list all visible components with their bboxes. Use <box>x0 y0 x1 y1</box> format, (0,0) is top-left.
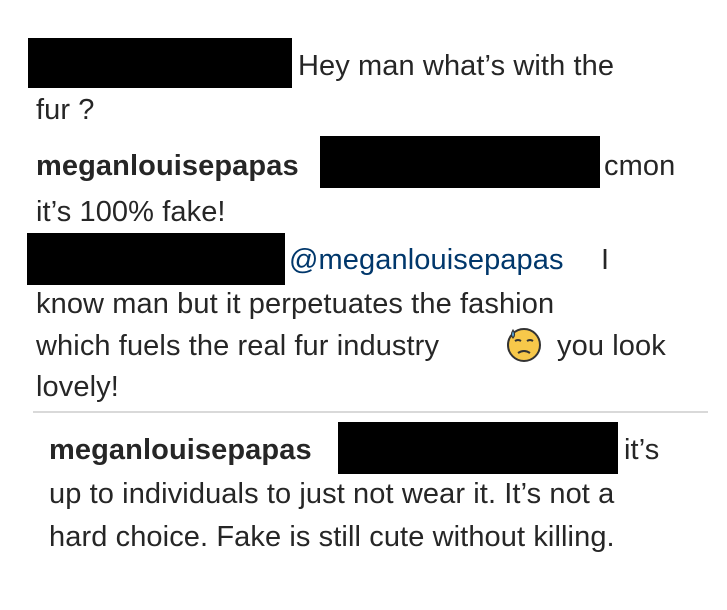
comment-text: it’s 100% fake! <box>36 196 226 228</box>
comment-text: it’s <box>624 434 660 466</box>
comment-text: know man but it perpetuates the fashion <box>36 288 555 320</box>
redacted-username-box <box>27 233 285 285</box>
comment-username[interactable]: meganlouisepapas <box>36 146 299 186</box>
redacted-username-box <box>28 38 292 88</box>
comment-text: cmon <box>604 150 676 182</box>
comment-text: Hey man what’s with the <box>298 50 615 82</box>
comment-username[interactable]: meganlouisepapas <box>49 430 312 470</box>
redacted-mention-box <box>320 136 600 188</box>
comment-text: fur ? <box>36 94 95 126</box>
comment-text: which fuels the real fur industry <box>36 330 440 362</box>
comment-text: hard choice. Fake is still cute without … <box>49 521 615 553</box>
redacted-mention-box <box>338 422 618 474</box>
reply-thread-divider <box>33 411 708 413</box>
comment-text: lovely! <box>36 371 119 403</box>
comment-text: up to individuals to just not wear it. I… <box>49 478 615 510</box>
comment-text: you look <box>557 330 666 362</box>
comment-text: I <box>601 244 610 276</box>
comment-mention-link[interactable]: @meganlouisepapas <box>289 240 564 280</box>
downcast-face-with-sweat-icon <box>507 328 541 362</box>
